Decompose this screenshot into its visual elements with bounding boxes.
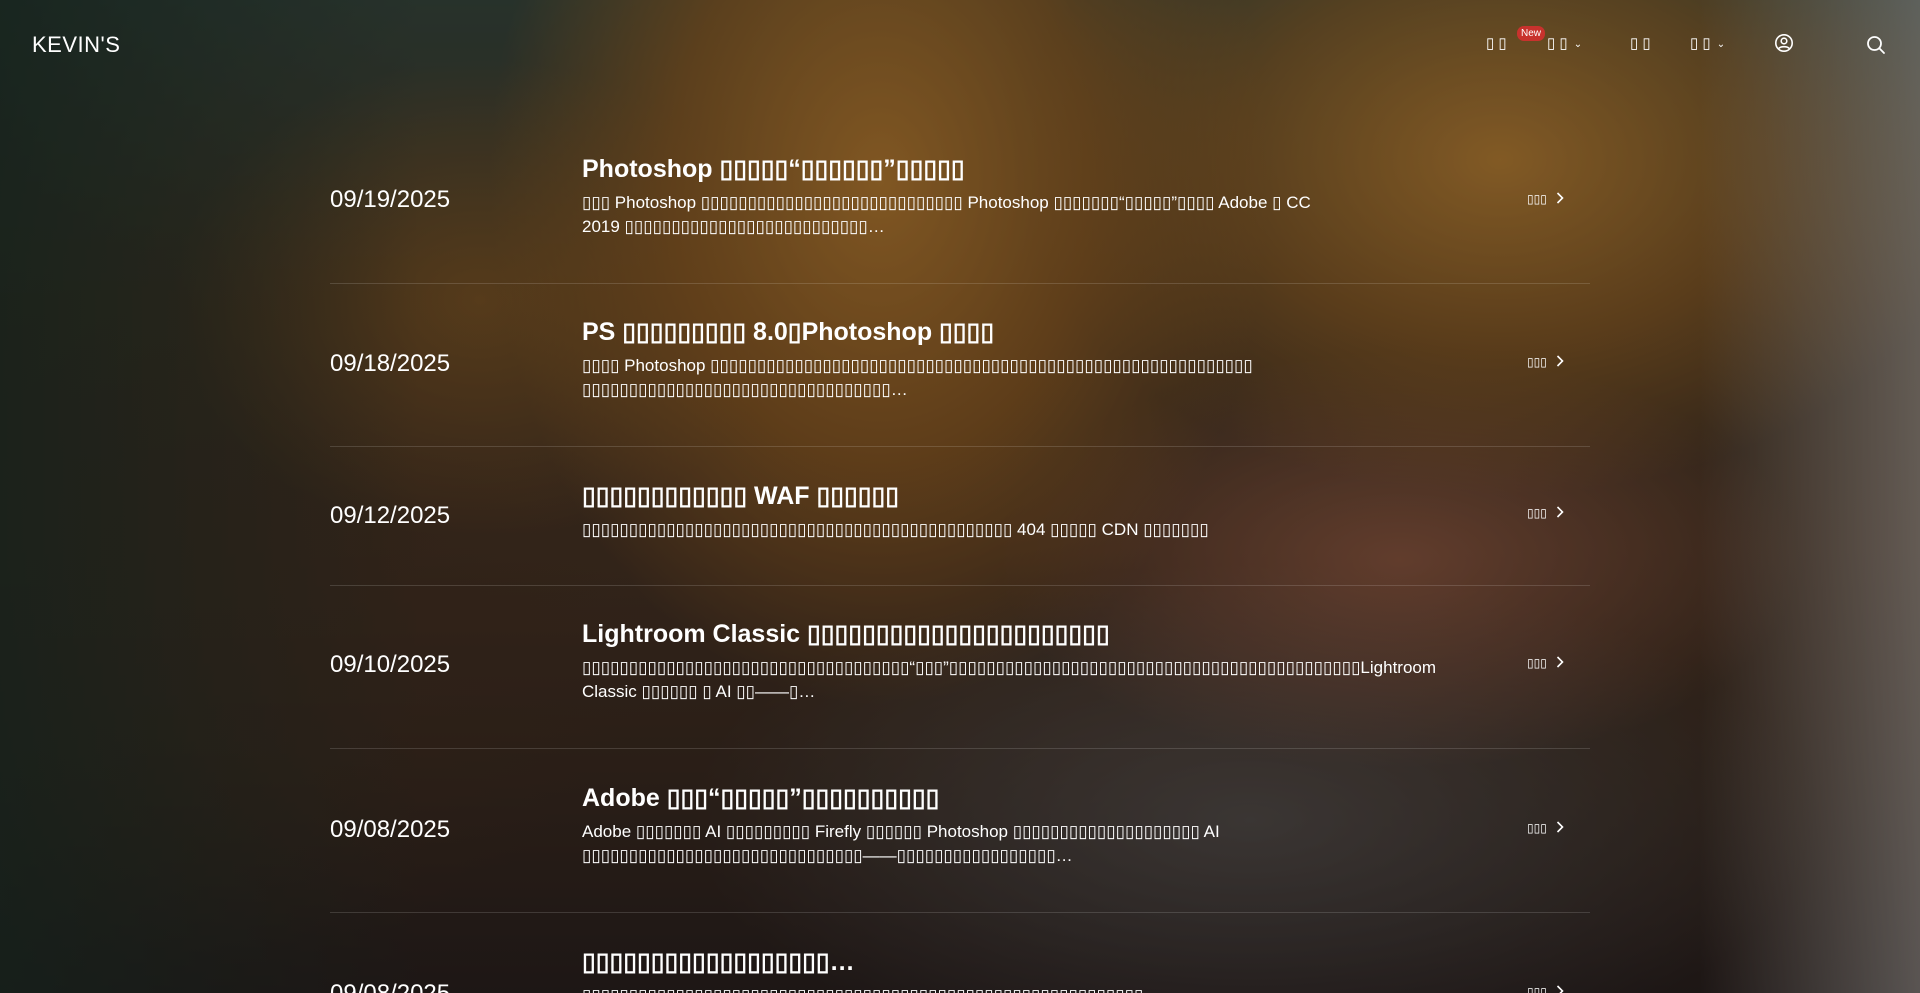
post-title[interactable]: Adobe ▯▯▯“▯▯▯▯▯”▯▯▯▯▯▯▯▯▯▯ [582,782,1342,814]
chevron-down-icon: ⌄ [1716,38,1726,50]
post-excerpt: ▯▯▯▯▯▯▯▯▯▯▯▯▯▯▯▯▯▯▯▯▯▯▯▯▯▯▯▯▯▯▯▯▯▯▯▯▯▯▯▯… [582,984,1342,993]
post-excerpt: Adobe ▯▯▯▯▯▯▯ AI ▯▯▯▯▯▯▯▯▯ Firefly ▯▯▯▯▯… [582,822,1220,865]
chevron-right-icon [1556,355,1564,370]
read-more-label: ▯▯▯ [1527,355,1547,369]
chevron-right-icon [1556,506,1564,521]
read-more-link[interactable]: ▯▯▯ [1527,985,1564,993]
post-date: 09/08/2025 [330,980,450,993]
post-date: 09/10/2025 [330,651,451,678]
user-circle-icon[interactable] [1774,33,1794,53]
read-more-label: ▯▯▯ [1527,192,1547,206]
post-date: 09/12/2025 [330,502,451,529]
chevron-right-icon [1556,985,1564,993]
read-more-label: ▯▯▯ [1527,821,1547,835]
read-more-link[interactable]: ▯▯▯ [1527,355,1564,370]
post-title[interactable]: ▯▯▯▯▯▯▯▯▯▯▯▯▯▯▯▯▯▯… [582,946,1342,978]
read-more-link[interactable]: ▯▯▯ [1527,192,1564,207]
post-date: 09/08/2025 [330,816,451,843]
post-item[interactable]: 09/19/2025 Photoshop ▯▯▯▯▯“▯▯▯▯▯▯”▯▯▯▯▯ … [330,120,1590,284]
post-list: 09/19/2025 Photoshop ▯▯▯▯▯“▯▯▯▯▯▯”▯▯▯▯▯ … [330,120,1590,993]
chevron-down-icon: ⌄ [1573,38,1583,50]
read-more-label: ▯▯▯ [1527,985,1547,993]
chevron-right-icon [1556,821,1564,836]
read-more-link[interactable]: ▯▯▯ [1527,506,1564,521]
chevron-right-icon [1556,192,1564,207]
post-title[interactable]: Lightroom Classic ▯▯▯▯▯▯▯▯▯▯▯▯▯▯▯▯▯▯▯▯▯▯ [582,618,1342,650]
post-item[interactable]: 09/10/2025 Lightroom Classic ▯▯▯▯▯▯▯▯▯▯▯… [330,586,1590,749]
post-excerpt: ▯▯▯▯▯▯▯▯▯▯▯▯▯▯▯▯▯▯▯▯▯▯▯▯▯▯▯▯▯▯▯▯▯▯▯▯▯▯▯▯… [582,520,1209,539]
post-excerpt: ▯▯▯ Photoshop ▯▯▯▯▯▯▯▯▯▯▯▯▯▯▯▯▯▯▯▯▯▯▯▯▯▯… [582,193,1311,236]
main-nav: ▯ ▯ New ▯ ▯ ⌄ ▯ ▯ ▯ ▯ ⌄ [1486,26,1906,56]
site-header: KEVIN'S ▯ ▯ New ▯ ▯ ⌄ ▯ ▯ ▯ ▯ ⌄ [0,0,1920,90]
read-more-label: ▯▯▯ [1527,506,1547,520]
chevron-right-icon [1556,656,1564,671]
read-more-link[interactable]: ▯▯▯ [1527,821,1564,836]
nav-item-label: ▯ ▯ [1486,35,1507,52]
post-excerpt: ▯▯▯▯▯▯▯▯▯▯▯▯▯▯▯▯▯▯▯▯▯▯▯▯▯▯▯▯▯▯▯▯▯▯▯“▯▯▯”… [582,658,1437,701]
post-date: 09/18/2025 [330,350,451,377]
nav-item-4[interactable]: ▯ ▯ ⌄ [1690,34,1725,52]
new-badge: New [1517,26,1546,41]
nav-item-1[interactable]: ▯ ▯ New [1486,26,1546,52]
nav-item-2[interactable]: ▯ ▯ ⌄ [1547,34,1582,52]
post-title[interactable]: Photoshop ▯▯▯▯▯“▯▯▯▯▯▯”▯▯▯▯▯ [582,153,1342,185]
read-more-link[interactable]: ▯▯▯ [1527,656,1564,671]
post-title[interactable]: PS ▯▯▯▯▯▯▯▯▯ 8.0▯Photoshop ▯▯▯▯ [582,316,1342,348]
post-item[interactable]: 09/18/2025 PS ▯▯▯▯▯▯▯▯▯ 8.0▯Photoshop ▯▯… [330,284,1590,447]
site-logo[interactable]: KEVIN'S [32,32,120,58]
post-title[interactable]: ▯▯▯▯▯▯▯▯▯▯▯▯ WAF ▯▯▯▯▯▯ [582,480,1342,512]
post-excerpt: ▯▯▯▯ Photoshop ▯▯▯▯▯▯▯▯▯▯▯▯▯▯▯▯▯▯▯▯▯▯▯▯▯… [582,356,1253,399]
post-item[interactable]: 09/08/2025 ▯▯▯▯▯▯▯▯▯▯▯▯▯▯▯▯▯▯… ▯▯▯▯▯▯▯▯▯… [330,913,1590,993]
nav-item-3[interactable]: ▯ ▯ [1630,34,1651,52]
search-icon[interactable] [1866,35,1886,55]
post-item[interactable]: 09/08/2025 Adobe ▯▯▯“▯▯▯▯▯”▯▯▯▯▯▯▯▯▯▯ Ad… [330,749,1590,913]
read-more-label: ▯▯▯ [1527,656,1547,670]
nav-item-label: ▯ ▯ [1690,35,1711,52]
post-item[interactable]: 09/12/2025 ▯▯▯▯▯▯▯▯▯▯▯▯ WAF ▯▯▯▯▯▯ ▯▯▯▯▯… [330,447,1590,586]
nav-item-label: ▯ ▯ [1630,35,1651,52]
nav-item-label: ▯ ▯ [1547,35,1568,52]
post-date: 09/19/2025 [330,186,451,213]
